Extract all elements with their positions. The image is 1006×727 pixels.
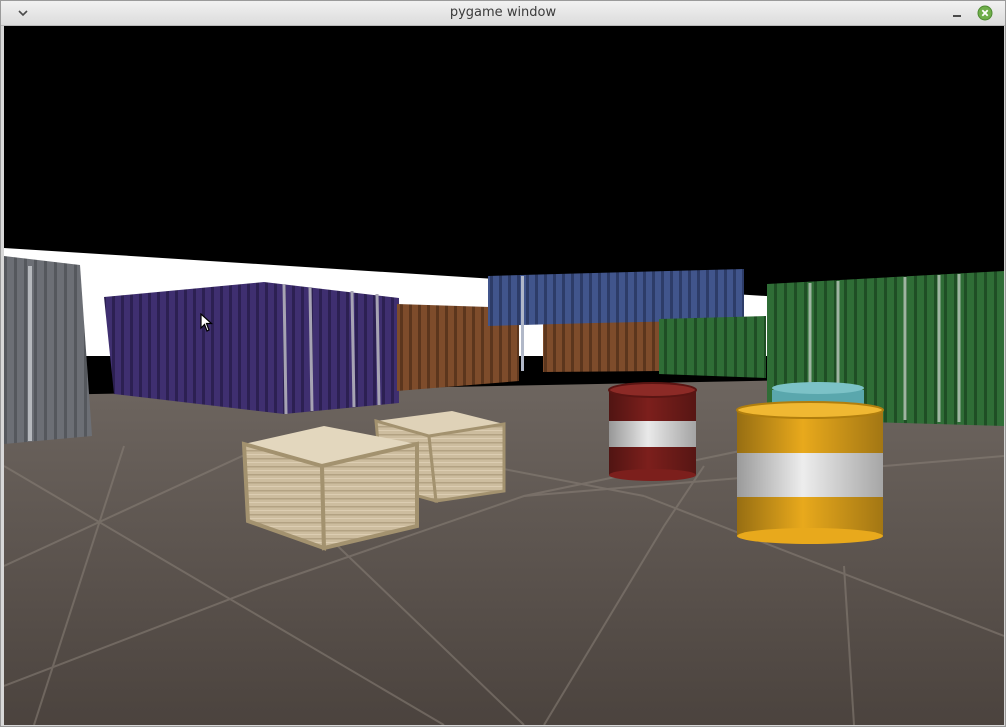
game-viewport[interactable] (4, 26, 1004, 725)
title-bar[interactable]: pygame window (1, 1, 1005, 26)
gray-container (4, 256, 92, 444)
rust-container-back (543, 321, 659, 372)
blue-container (488, 269, 744, 326)
gray-container-door (28, 266, 32, 441)
window-title: pygame window (449, 5, 557, 20)
yellow-barrel (736, 401, 884, 544)
mouse-pointer-icon (200, 313, 214, 332)
app-window: pygame window (0, 0, 1006, 727)
wooden-crate-front (241, 426, 419, 551)
green-container-small (659, 316, 766, 378)
red-barrel (608, 382, 697, 481)
game-scene (4, 26, 1004, 725)
minimize-icon[interactable] (949, 5, 965, 21)
close-icon[interactable] (977, 5, 993, 21)
